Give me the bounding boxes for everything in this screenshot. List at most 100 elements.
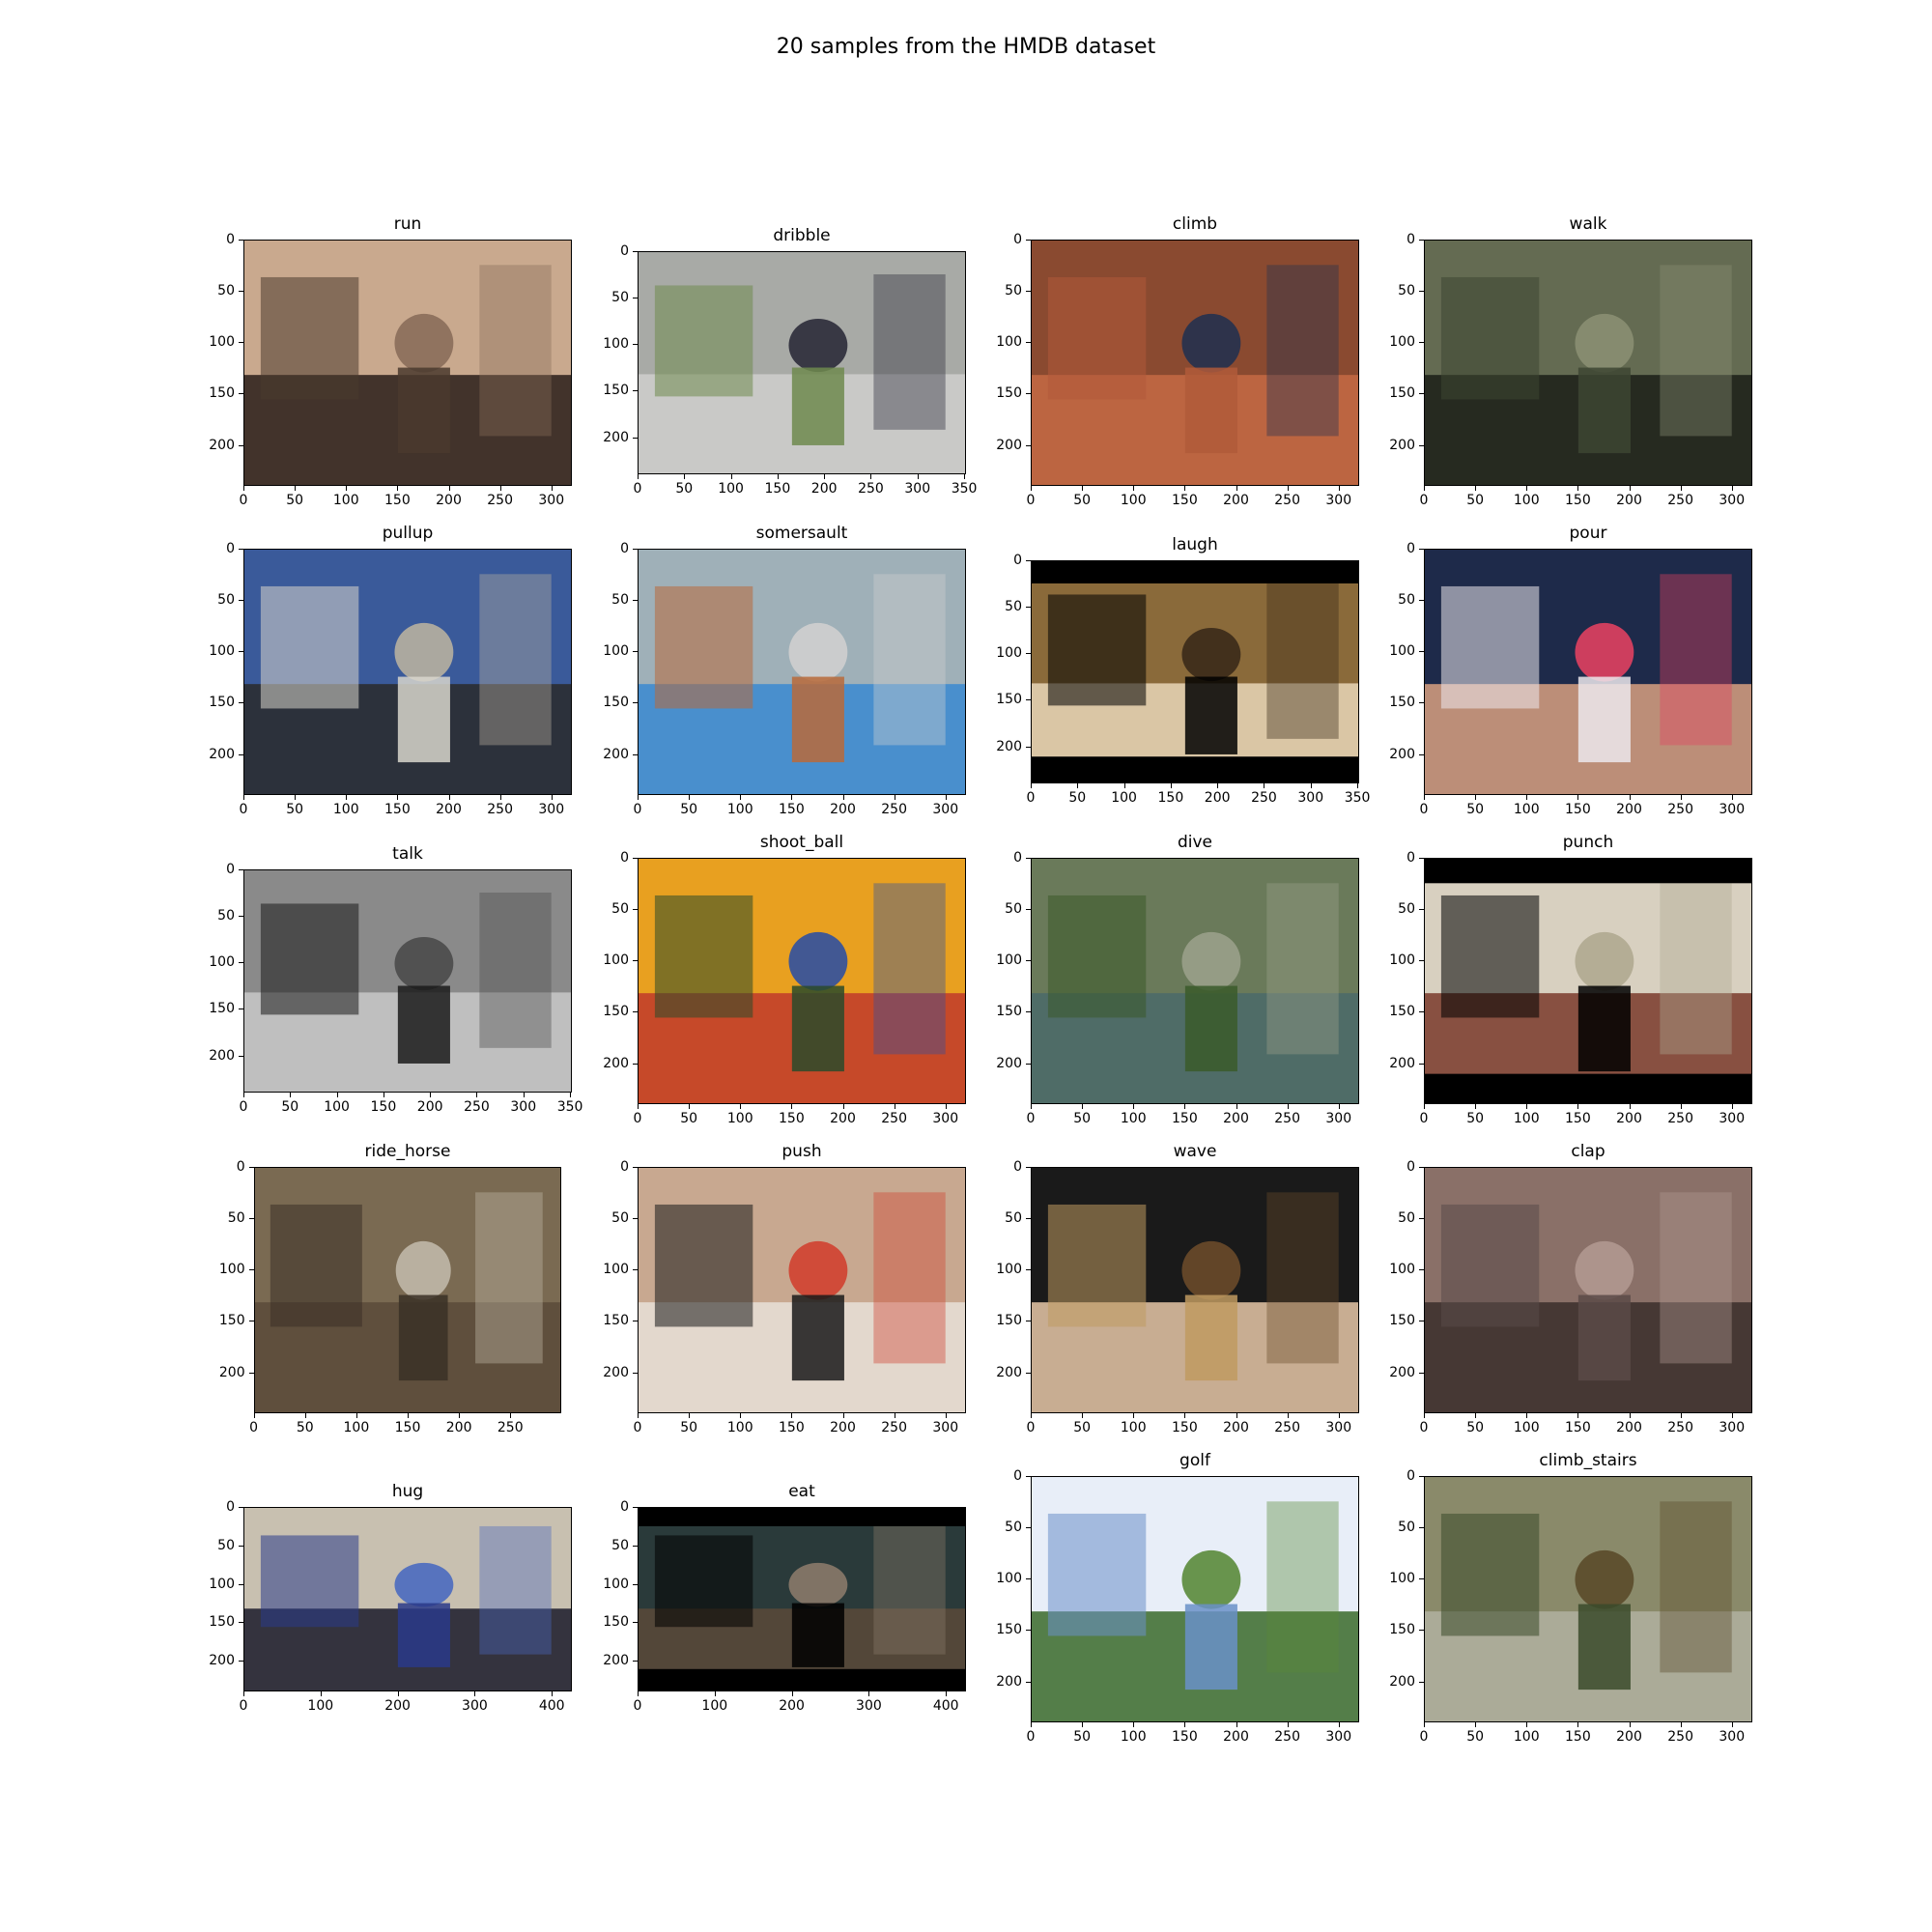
x-tick — [1133, 1104, 1135, 1109]
y-tick — [1026, 291, 1031, 293]
sample-frame-image — [243, 1506, 572, 1692]
y-tick — [1419, 240, 1424, 241]
y-tick — [633, 1583, 638, 1585]
x-tick — [638, 1104, 639, 1109]
x-tick-label: 250 — [881, 1111, 907, 1126]
y-tick-label: 200 — [996, 437, 1022, 453]
x-tick-label: 0 — [1026, 493, 1036, 508]
y-tick-label: 0 — [226, 232, 235, 247]
y-tick — [1026, 393, 1031, 395]
x-tick — [430, 1093, 432, 1098]
x-tick-label: 0 — [1419, 802, 1429, 817]
y-tick — [239, 702, 243, 704]
y-tick-label: 0 — [236, 1159, 245, 1175]
y-tick-label: 150 — [209, 695, 235, 711]
y-tick — [633, 390, 638, 392]
x-tick-label: 100 — [1120, 493, 1147, 508]
x-tick — [1077, 783, 1079, 789]
x-tick — [1577, 795, 1579, 800]
x-tick — [1031, 1722, 1032, 1727]
x-tick-label: 200 — [830, 1111, 856, 1126]
y-tick — [1419, 909, 1424, 911]
x-tick-label: 200 — [436, 493, 462, 508]
x-tick-label: 250 — [881, 802, 907, 817]
x-tick-label: 50 — [1466, 1111, 1485, 1126]
x-tick-label: 50 — [1073, 1729, 1092, 1745]
sample-frame-image — [1424, 549, 1752, 795]
y-tick-label: 50 — [1005, 598, 1022, 614]
y-tick-label: 200 — [1389, 1055, 1415, 1071]
y-tick-label: 150 — [1389, 1622, 1415, 1638]
x-tick — [1731, 795, 1733, 800]
x-tick — [570, 1093, 572, 1098]
panel-title: punch — [1562, 833, 1614, 852]
y-tick-label: 150 — [603, 1313, 629, 1329]
x-tick-label: 150 — [1565, 802, 1591, 817]
panel-title: shoot_ball — [759, 833, 844, 852]
y-tick — [239, 1055, 243, 1057]
x-tick-label: 300 — [1325, 1729, 1352, 1745]
y-tick — [1026, 1269, 1031, 1271]
y-tick-label: 0 — [1013, 232, 1022, 247]
y-tick — [1419, 291, 1424, 293]
x-tick-label: 200 — [1223, 1111, 1249, 1126]
y-tick-label: 50 — [217, 592, 235, 609]
y-tick — [1419, 1681, 1424, 1683]
x-tick-label: 100 — [332, 802, 359, 817]
y-tick-label: 100 — [1389, 1262, 1415, 1278]
x-tick-label: 100 — [1120, 1729, 1147, 1745]
y-tick — [239, 291, 243, 293]
y-tick — [1026, 1476, 1031, 1477]
x-tick — [1577, 1722, 1579, 1727]
y-tick-label: 100 — [603, 643, 629, 660]
x-tick-label: 50 — [1466, 493, 1485, 508]
y-tick — [633, 858, 638, 859]
y-tick-label: 0 — [226, 1498, 235, 1515]
y-tick — [239, 393, 243, 395]
x-tick-label: 150 — [1172, 1111, 1198, 1126]
x-tick — [1424, 795, 1425, 800]
x-tick — [791, 795, 793, 800]
x-tick-label: 100 — [701, 1698, 728, 1715]
x-tick — [1526, 1413, 1528, 1418]
x-tick-label: 0 — [239, 802, 248, 817]
x-tick-label: 250 — [1251, 790, 1277, 807]
y-tick — [1419, 1372, 1424, 1374]
x-tick-label: 200 — [1223, 493, 1249, 508]
y-tick-label: 100 — [1389, 334, 1415, 351]
x-tick-label: 50 — [286, 802, 304, 817]
x-tick-label: 150 — [384, 493, 411, 508]
y-tick-label: 50 — [1005, 1210, 1022, 1227]
y-tick — [1419, 1218, 1424, 1220]
x-tick-label: 0 — [1026, 790, 1036, 807]
x-tick — [791, 1104, 793, 1109]
y-tick — [1419, 342, 1424, 344]
y-tick-label: 100 — [1389, 952, 1415, 969]
x-tick-label: 250 — [881, 1420, 907, 1435]
x-tick — [1133, 486, 1135, 491]
x-tick — [320, 1691, 322, 1697]
x-tick — [474, 1691, 476, 1697]
x-tick — [1475, 1413, 1477, 1418]
sample-frame-image — [1031, 1476, 1359, 1722]
y-tick — [1026, 653, 1031, 655]
x-tick-label: 100 — [726, 802, 753, 817]
panel-punch: punch 0 50 100 150 200 250 300 0 50 100 150 200 — [1389, 833, 1752, 1126]
x-tick — [1031, 783, 1032, 789]
x-tick-label: 150 — [779, 1111, 805, 1126]
x-tick — [740, 1413, 742, 1418]
y-tick-label: 100 — [996, 334, 1022, 351]
y-tick-label: 0 — [226, 861, 235, 877]
y-tick-label: 0 — [1406, 1468, 1415, 1484]
x-tick — [777, 474, 779, 480]
panel-dribble: dribble 0 50 100 150 200 250 300 350 0 50 100 150 200 — [603, 226, 977, 497]
x-tick — [551, 486, 553, 491]
x-tick-label: 100 — [307, 1698, 334, 1715]
y-tick — [1026, 1578, 1031, 1580]
x-tick-label: 0 — [239, 1698, 248, 1715]
sample-frame-image — [1031, 240, 1359, 486]
x-tick-label: 0 — [633, 1698, 642, 1715]
sample-frame-image — [638, 549, 966, 795]
x-tick-label: 300 — [1325, 1420, 1352, 1435]
x-tick — [397, 486, 399, 491]
